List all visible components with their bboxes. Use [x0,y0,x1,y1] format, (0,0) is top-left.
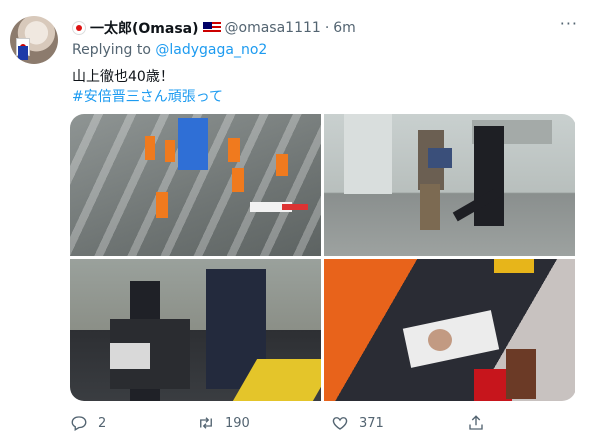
tweet: 一太郎(Omasa) @omasa1111 · 6m ··· Replying … [0,0,590,442]
reply-button[interactable]: 2 [70,414,197,432]
jp-flag-icon [72,21,86,35]
reply-count: 2 [98,415,107,431]
photo-4[interactable] [324,259,575,401]
like-count: 371 [359,415,384,431]
tweet-text: 山上徹也40歳！ [72,69,174,85]
tweet-header: 一太郎(Omasa) @omasa1111 · 6m [72,18,356,38]
media-grid [70,114,576,401]
avatar[interactable] [10,16,58,64]
like-button[interactable]: 371 [331,414,467,432]
replying-to: Replying to @ladygaga_no2 [72,42,267,58]
badge-icon [18,46,28,60]
reply-icon [71,416,87,431]
photo-3[interactable] [70,259,321,401]
like-icon [332,417,348,430]
share-icon [469,415,483,430]
photo-2[interactable] [324,114,575,256]
replying-prefix: Replying to [72,42,151,58]
retweet-icon [200,417,212,429]
author-handle[interactable]: @omasa1111 [225,20,321,36]
replying-to-link[interactable]: @ladygaga_no2 [155,42,267,58]
separator: · [324,20,330,36]
share-button[interactable] [467,414,485,432]
timestamp[interactable]: 6m [333,20,356,36]
more-options-icon[interactable]: ··· [560,14,578,33]
action-bar: 2 190 371 [70,414,550,432]
my-flag-icon [202,22,221,34]
retweet-button[interactable]: 190 [197,414,331,432]
author-name[interactable]: 一太郎(Omasa) [90,18,199,38]
photo-1[interactable] [70,114,321,256]
hashtag-link[interactable]: #安倍晋三さん頑張って [72,86,223,106]
retweet-count: 190 [225,415,250,431]
